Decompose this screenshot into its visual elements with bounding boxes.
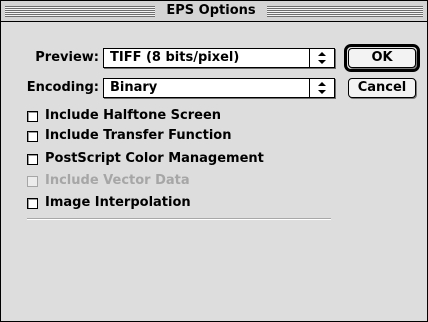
- postscript-color-management-option[interactable]: PostScript Color Management: [27, 150, 264, 168]
- checkbox-icon[interactable]: [27, 130, 38, 142]
- option-label: Include Vector Data: [45, 173, 190, 188]
- dialog-title: EPS Options: [155, 3, 267, 19]
- title-bar[interactable]: EPS Options: [1, 1, 427, 22]
- include-halftone-screen-option[interactable]: Include Halftone Screen: [27, 107, 221, 125]
- encoding-popup[interactable]: Binary: [103, 78, 335, 98]
- encoding-popup-value: Binary: [110, 80, 158, 95]
- popup-arrows-icon: [309, 49, 334, 67]
- option-label: Include Halftone Screen: [45, 108, 222, 123]
- preview-popup[interactable]: TIFF (8 bits/pixel): [103, 48, 335, 68]
- checkbox-icon[interactable]: [27, 153, 38, 165]
- include-transfer-function-option[interactable]: Include Transfer Function: [27, 127, 232, 145]
- encoding-label: Encoding:: [26, 80, 99, 95]
- ok-button[interactable]: OK: [348, 48, 416, 68]
- option-label: Include Transfer Function: [45, 128, 232, 143]
- title-bar-stripes-right: [267, 6, 423, 17]
- separator: [27, 218, 331, 220]
- image-interpolation-option[interactable]: Image Interpolation: [27, 194, 191, 212]
- checkbox-icon[interactable]: [27, 110, 38, 122]
- preview-popup-value: TIFF (8 bits/pixel): [110, 50, 240, 65]
- option-label: Image Interpolation: [45, 195, 191, 210]
- title-bar-stripes-left: [5, 6, 155, 17]
- popup-arrows-icon: [309, 79, 334, 97]
- include-vector-data-option: Include Vector Data: [27, 172, 190, 190]
- option-label: PostScript Color Management: [45, 151, 264, 166]
- checkbox-icon[interactable]: [27, 197, 38, 209]
- eps-options-dialog: EPS Options Preview: TIFF (8 bits/pixel)…: [0, 0, 428, 322]
- preview-label: Preview:: [35, 50, 99, 65]
- checkbox-icon: [27, 175, 38, 187]
- cancel-button[interactable]: Cancel: [348, 78, 416, 98]
